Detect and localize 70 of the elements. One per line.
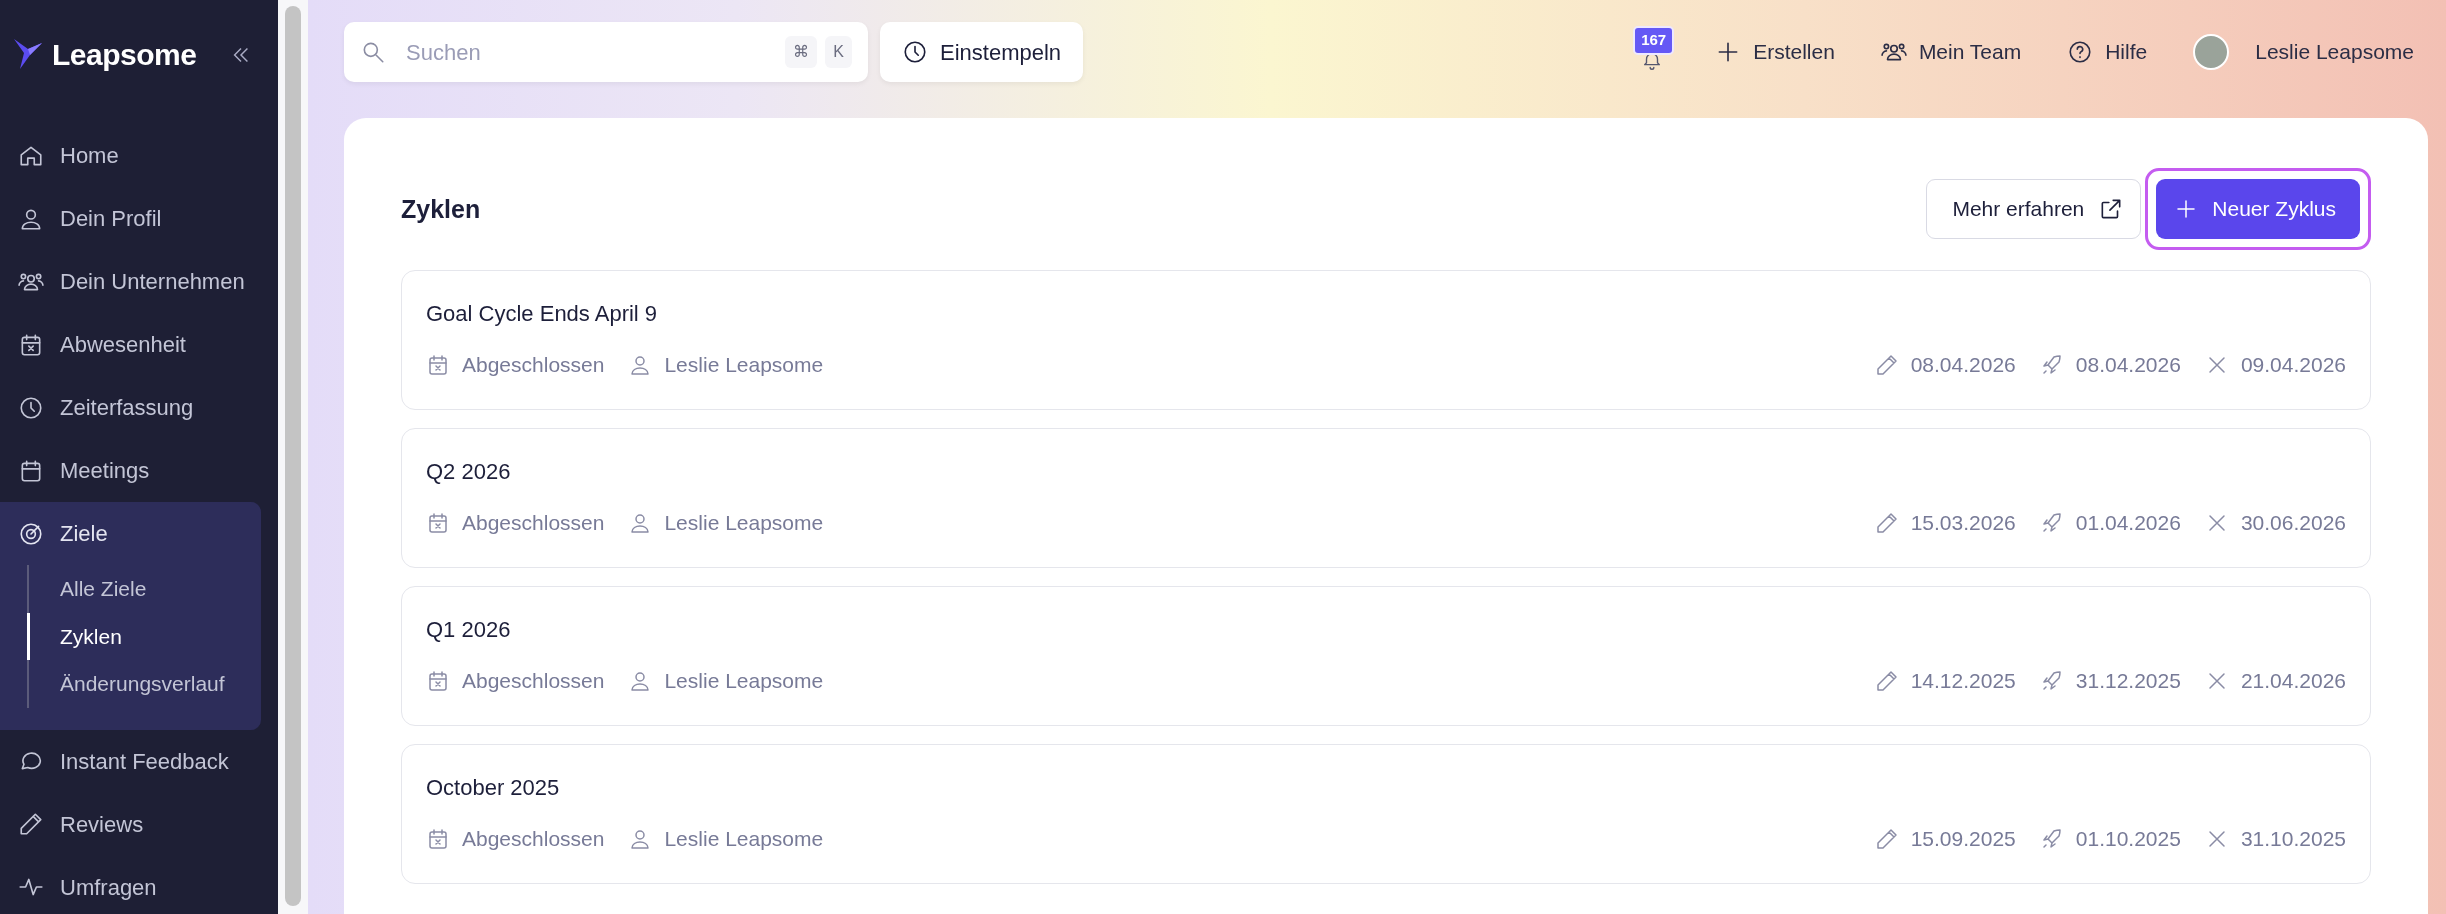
shortcut-key: ⌘: [785, 36, 818, 68]
pencil-icon: [1874, 668, 1899, 693]
cycle-status: Abgeschlossen: [462, 668, 605, 694]
cycle-row[interactable]: October 2025 Abgeschlossen Leslie Leapsome 15.09.2025 01.10.2025 31.10.2025: [401, 744, 2371, 884]
cycle-row[interactable]: Q1 2026 Abgeschlossen Leslie Leapsome 14.12.2025 31.12.2025 21.04.2026: [401, 586, 2371, 726]
shortcut-key: K: [825, 36, 852, 68]
page-title: Zyklen: [401, 194, 481, 224]
cycle-owner: Leslie Leapsome: [664, 352, 824, 378]
scrollbar-thumb[interactable]: [285, 6, 301, 906]
edited-date: 14.12.2025: [1910, 668, 2016, 694]
launch-date: 31.12.2025: [2075, 668, 2181, 694]
pencil-icon: [1874, 510, 1899, 535]
sidebar-subitem[interactable]: Zyklen: [27, 612, 261, 660]
cycle-name: Q2 2026: [426, 458, 512, 486]
cycle-owner: Leslie Leapsome: [664, 668, 824, 694]
sidebar-item[interactable]: Instant Feedback: [0, 729, 278, 793]
edited-date: 08.04.2026: [1910, 352, 2016, 378]
target-icon: [18, 520, 44, 547]
cycle-status: Abgeschlossen: [462, 510, 605, 536]
launch-date: 08.04.2026: [2075, 352, 2181, 378]
sidebar-item[interactable]: Dein Profil: [0, 187, 278, 250]
sidebar-item[interactable]: Ziele: [0, 502, 261, 565]
help-button[interactable]: Hilfe: [2067, 36, 2148, 68]
sidebar-item[interactable]: Reviews: [0, 792, 278, 856]
clock-icon: [902, 39, 928, 65]
launch-date: 01.10.2025: [2075, 826, 2181, 852]
calendar-x-icon: [426, 352, 450, 377]
cycle-owner: Leslie Leapsome: [664, 826, 824, 852]
calendar-x-icon: [426, 668, 450, 693]
sidebar-item[interactable]: Abwesenheit: [0, 313, 278, 376]
cycle-row[interactable]: Goal Cycle Ends April 9 Abgeschlossen Leslie Leapsome 08.04.2026 08.04.2026 09.04.2026: [401, 270, 2371, 410]
avatar: [2193, 34, 2230, 70]
calendar-x-icon: [426, 826, 450, 851]
sidebar-item[interactable]: Zeiterfassung: [0, 376, 278, 439]
my-team-button[interactable]: Mein Team: [1880, 36, 2022, 68]
learn-more-button[interactable]: Mehr erfahren: [1926, 179, 2142, 239]
calendar-x-icon: [426, 510, 450, 535]
pencil-icon: [1874, 352, 1899, 377]
search-input[interactable]: Suchen: [404, 34, 768, 70]
clock-in-button[interactable]: Einstempeln: [880, 22, 1084, 82]
sidebar-item[interactable]: Home: [0, 124, 278, 187]
user-menu[interactable]: Leslie Leapsome: [2193, 34, 2414, 70]
bird-logo-icon: [12, 37, 44, 71]
cycle-owner: Leslie Leapsome: [664, 510, 824, 536]
cycle-status: Abgeschlossen: [462, 826, 605, 852]
edited-date: 15.09.2025: [1910, 826, 2016, 852]
pencil-icon: [18, 811, 44, 837]
sidebar-item[interactable]: Dein Unternehmen: [0, 250, 278, 313]
pencil-icon: [1874, 826, 1899, 851]
create-button[interactable]: Erstellen: [1715, 36, 1835, 68]
logo-wordmark: Leapsome: [52, 36, 197, 73]
cycle-name: Q1 2026: [426, 616, 512, 644]
launch-date: 01.04.2026: [2075, 510, 2181, 536]
search-bar[interactable]: Suchen ⌘ K: [344, 22, 868, 82]
notification-count: 167: [1633, 26, 1675, 55]
cycle-status: Abgeschlossen: [462, 352, 605, 378]
edited-date: 15.03.2026: [1910, 510, 2016, 536]
sidebar-subitem[interactable]: Änderungsverlauf: [27, 660, 261, 708]
cycle-row[interactable]: Q2 2026 Abgeschlossen Leslie Leapsome 15.03.2026 01.04.2026 30.06.2026: [401, 428, 2371, 568]
end-date: 09.04.2026: [2240, 352, 2346, 378]
end-date: 21.04.2026: [2240, 668, 2346, 694]
sidebar-item[interactable]: Meetings: [0, 439, 278, 502]
new-cycle-button[interactable]: Neuer Zyklus: [2156, 179, 2360, 239]
end-date: 30.06.2026: [2240, 510, 2346, 536]
cycle-name: Goal Cycle Ends April 9: [426, 300, 659, 328]
end-date: 31.10.2025: [2240, 826, 2346, 852]
cycle-name: October 2025: [426, 774, 561, 802]
sidebar-item[interactable]: Umfragen: [0, 855, 278, 914]
clock-icon: [18, 394, 44, 421]
sidebar-subitem[interactable]: Alle Ziele: [27, 565, 261, 613]
